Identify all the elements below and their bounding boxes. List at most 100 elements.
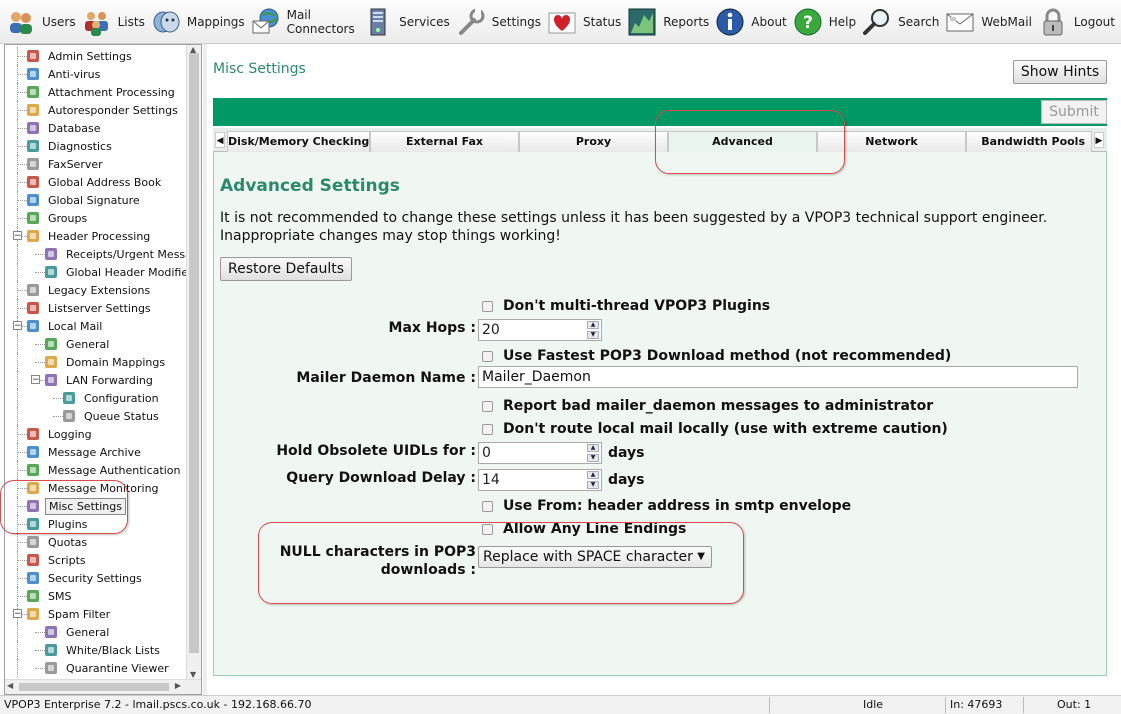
null-chars-select[interactable]: Replace with SPACE character ▼ (478, 546, 712, 568)
increment-icon[interactable]: ▲ (587, 444, 599, 452)
sidebar-item[interactable]: White/Black Lists (5, 641, 187, 659)
restore-defaults-button[interactable]: Restore Defaults (220, 257, 352, 281)
sidebar-item[interactable]: − Local Mail (5, 317, 187, 335)
sidebar-item[interactable]: Plugins (5, 515, 187, 533)
tab-external-fax[interactable]: External Fax (370, 131, 519, 152)
sidebar-item[interactable]: Groups (5, 209, 187, 227)
increment-icon[interactable]: ▲ (587, 321, 599, 329)
query-delay-stepper[interactable]: 14 ▲ ▼ (478, 469, 602, 491)
server-info: VPOP3 Enterprise 7.2 - lmail.pscs.co.uk … (4, 698, 312, 711)
fastest-pop3-checkbox[interactable] (482, 350, 493, 362)
decrement-icon[interactable]: ▼ (587, 331, 599, 339)
dont-route-local-option[interactable]: Don't route local mail locally (use with… (482, 421, 948, 437)
sidebar-item-label: Quarantine Viewer (66, 661, 169, 675)
tab-network[interactable]: Network (817, 131, 966, 152)
sidebar-item[interactable]: Configuration (5, 389, 187, 407)
increment-icon[interactable]: ▲ (587, 471, 599, 479)
sidebar-item[interactable]: Anti-virus (5, 65, 187, 83)
sidebar-item[interactable]: Legacy Extensions (5, 281, 187, 299)
sidebar-item[interactable]: Logging (5, 425, 187, 443)
toolbar-logout-button[interactable]: Logout (1038, 2, 1115, 42)
fastest-pop3-option[interactable]: Use Fastest POP3 Download method (not re… (482, 348, 951, 364)
scroll-down-icon[interactable]: ▼ (190, 670, 196, 679)
sidebar-item[interactable]: SMS (5, 587, 187, 605)
sidebar-item[interactable]: Receipts/Urgent Messages (5, 245, 187, 263)
sidebar-item[interactable]: Queue Status (5, 407, 187, 425)
sidebar-item[interactable]: Admin Settings (5, 47, 187, 65)
wrench-icon (27, 500, 39, 512)
sidebar-item[interactable]: Diagnostics (5, 137, 187, 155)
sidebar-item[interactable]: Autoresponder Settings (5, 101, 187, 119)
security-icon (27, 572, 39, 584)
null-chars-label: NULL characters in POP3 downloads : (279, 544, 476, 578)
decrement-icon[interactable]: ▼ (587, 481, 599, 489)
toolbar-mail-connectors-button[interactable]: Mail Connectors (251, 2, 358, 42)
toolbar-about-button[interactable]: About (715, 2, 787, 42)
sidebar-item[interactable]: Misc Settings (5, 497, 187, 515)
tree-expander-icon[interactable]: − (13, 231, 22, 241)
sidebar-item[interactable]: Message Authentication (5, 461, 187, 479)
dont-route-local-checkbox[interactable] (482, 423, 493, 435)
sidebar-item[interactable]: Attachment Processing (5, 83, 187, 101)
toolbar-services-button[interactable]: Services (363, 2, 450, 42)
tab-advanced[interactable]: Advanced (668, 131, 817, 153)
sidebar-item[interactable]: Message Monitoring (5, 479, 187, 497)
sidebar-item[interactable]: Global Header Modifiers (5, 263, 187, 281)
toolbar-status-button[interactable]: Status (547, 2, 621, 42)
sidebar-item[interactable]: Global Signature (5, 191, 187, 209)
sidebar-item[interactable]: General (5, 335, 187, 353)
submit-button[interactable]: Submit (1041, 100, 1107, 124)
tree-expander-icon[interactable]: − (13, 609, 22, 619)
allow-line-endings-option[interactable]: Allow Any Line Endings (482, 521, 686, 537)
decrement-icon[interactable]: ▼ (587, 454, 599, 462)
show-hints-button[interactable]: Show Hints (1013, 60, 1107, 84)
sidebar-item[interactable]: Domain Mappings (5, 353, 187, 371)
sidebar-item[interactable]: Listserver Settings (5, 299, 187, 317)
tree-expander-icon[interactable]: − (31, 375, 40, 385)
sidebar-hscroll-thumb[interactable] (19, 683, 169, 691)
toolbar-help-button[interactable]: ? Help (793, 2, 856, 42)
sidebar-item[interactable]: − LAN Forwarding (5, 371, 187, 389)
no-multithread-option[interactable]: Don't multi-thread VPOP3 Plugins (482, 298, 770, 314)
report-bad-mailer-option[interactable]: Report bad mailer_daemon messages to adm… (482, 398, 933, 414)
toolbar-settings-button[interactable]: Settings (456, 2, 541, 42)
sidebar-item[interactable]: − Header Processing (5, 227, 187, 245)
sidebar-horizontal-scrollbar[interactable]: ◀ ▶ (5, 679, 201, 694)
mailer-daemon-input[interactable] (478, 366, 1078, 388)
sidebar-item-label: Header Processing (48, 229, 151, 243)
tab-scroll-left-icon[interactable]: ◀ (215, 132, 225, 148)
tab-bandwidth-pools[interactable]: Bandwidth Pools (966, 131, 1092, 152)
tree-expander-icon[interactable]: − (13, 321, 22, 331)
sidebar-item[interactable]: Quarantine Viewer (5, 659, 187, 677)
sidebar-item[interactable]: − Spam Filter (5, 605, 187, 623)
sidebar-item[interactable]: Quotas (5, 533, 187, 551)
allow-line-endings-checkbox[interactable] (482, 523, 493, 535)
sidebar-vscroll-thumb[interactable] (189, 53, 199, 653)
tab-disk-memory-checking[interactable]: Disk/Memory Checking (227, 131, 370, 152)
tab-scroll-right-icon[interactable]: ▶ (1094, 132, 1104, 148)
sidebar-item[interactable]: Database (5, 119, 187, 137)
toolbar-webmail-button[interactable]: WebMail (945, 2, 1032, 42)
sidebar-item[interactable]: Global Address Book (5, 173, 187, 191)
sidebar-item[interactable]: FaxServer (5, 155, 187, 173)
sidebar-item[interactable]: General (5, 623, 187, 641)
tab-proxy[interactable]: Proxy (519, 131, 668, 152)
paperclip-icon (27, 86, 39, 98)
sidebar-item[interactable]: Security Settings (5, 569, 187, 587)
toolbar-lists-button[interactable]: Lists (82, 2, 145, 42)
max-hops-stepper[interactable]: 20 ▲ ▼ (478, 319, 602, 341)
sidebar-item[interactable]: Scripts (5, 551, 187, 569)
scroll-left-icon[interactable]: ◀ (7, 681, 13, 690)
toolbar-reports-button[interactable]: Reports (627, 2, 709, 42)
toolbar-mappings-button[interactable]: Mappings (151, 2, 245, 42)
toolbar-users-button[interactable]: Users (6, 2, 76, 42)
sidebar-item[interactable]: Message Archive (5, 443, 187, 461)
toolbar-search-button[interactable]: Search (862, 2, 939, 42)
use-from-header-option[interactable]: Use From: header address in smtp envelop… (482, 498, 851, 514)
use-from-header-checkbox[interactable] (482, 500, 493, 512)
sidebar-vertical-scrollbar[interactable]: ▲ ▼ (186, 45, 201, 679)
report-bad-mailer-checkbox[interactable] (482, 400, 493, 412)
hold-uidls-stepper[interactable]: 0 ▲ ▼ (478, 442, 602, 464)
scroll-right-icon[interactable]: ▶ (175, 681, 181, 690)
no-multithread-checkbox[interactable] (482, 300, 493, 312)
